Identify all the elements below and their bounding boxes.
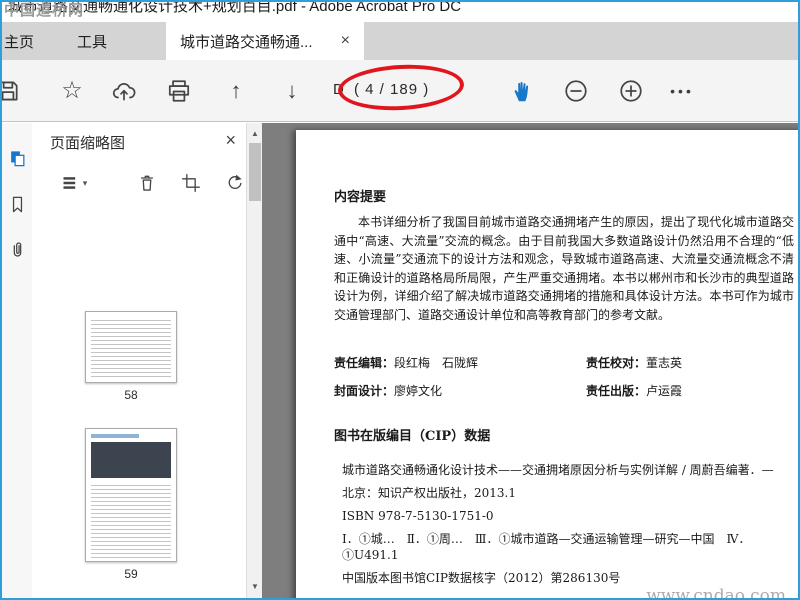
crop-pages-button[interactable]: [176, 169, 206, 197]
title-bar: 城市道路交通畅通化设计技术+规划百目.pdf - Adobe Acrobat P…: [2, 2, 798, 22]
pdf-page: 内容提要 本书详细分析了我国目前城市道路交通拥堵产生的原因，提出了现代化城市道路…: [296, 130, 798, 598]
zoom-out-button[interactable]: [560, 73, 592, 109]
thumbnail-list: 58 59: [32, 205, 230, 598]
thumbnail-options-button[interactable]: ▾: [54, 169, 94, 197]
close-tab-icon[interactable]: ×: [337, 32, 354, 50]
hand-tool-button[interactable]: [506, 73, 538, 109]
hand-icon: [514, 82, 529, 102]
star-icon: ☆: [61, 77, 83, 104]
tab-home[interactable]: 主页: [2, 22, 48, 60]
credit-value: 廖婷文化: [394, 384, 443, 398]
cip-line: Ⅰ．①城… Ⅱ．①周… Ⅲ．①城市道路—交通运输管理—研究—中国 Ⅳ．①U491…: [342, 532, 751, 562]
page-down-icon: ↓: [286, 78, 298, 103]
thumbnail-preview: [91, 317, 171, 377]
crop-icon: [182, 174, 200, 192]
thumbnail-photo: [91, 442, 171, 478]
save-icon: [2, 81, 18, 101]
credit-value: 卢运霞: [646, 384, 683, 398]
thumbnails-panel-title: 页面缩略图: [50, 134, 126, 152]
page-field-fragment: D: [333, 81, 344, 98]
tab-home-label: 主页: [3, 33, 34, 51]
trash-icon: [140, 175, 154, 191]
scroll-up-icon[interactable]: ▲: [247, 125, 263, 141]
summary-heading: 内容提要: [334, 190, 387, 205]
thumbnail-page-58[interactable]: [85, 311, 177, 383]
cip-line: 城市道路交通畅通化设计技术——交通拥堵原因分析与实例详解 / 周蔚吾编著．—: [342, 463, 774, 477]
thumbnail-label-58: 58: [124, 388, 138, 402]
thumbnails-toolbar: ▾: [32, 161, 246, 205]
paperclip-icon: [13, 241, 21, 257]
thumbnails-panel-header: 页面缩略图 ×: [32, 123, 246, 161]
thumbnails-panel: 页面缩略图 × ▾ 58 59: [32, 123, 246, 598]
close-panel-icon[interactable]: ×: [225, 130, 236, 151]
chevron-down-icon: ▾: [82, 177, 88, 188]
ellipsis-icon: •••: [670, 83, 694, 99]
credit-label: 责任编辑：: [334, 356, 395, 370]
bookmarks-rail-button[interactable]: [2, 187, 32, 221]
attachments-rail-button[interactable]: [2, 233, 32, 267]
next-page-button[interactable]: ↓: [276, 73, 308, 109]
navigation-rail: [2, 123, 32, 598]
credit-publisher: 责任出版：卢运霞: [586, 382, 682, 399]
pdf-page-content: 内容提要 本书详细分析了我国目前城市道路交通拥堵产生的原因，提出了现代化城市道路…: [334, 186, 794, 598]
document-view[interactable]: 内容提要 本书详细分析了我国目前城市道路交通拥堵产生的原因，提出了现代化城市道路…: [262, 123, 798, 598]
tab-tools[interactable]: 工具: [48, 22, 136, 60]
plus-circle-icon: [620, 80, 642, 102]
cip-heading: 图书在版编目（CIP）数据: [334, 429, 491, 444]
watermark-bottom-right: www.cndao.com: [646, 586, 786, 598]
cip-line: ISBN 978-7-5130-1751-0: [342, 509, 494, 523]
previous-page-button[interactable]: ↑: [220, 73, 252, 109]
page-up-icon: ↑: [230, 78, 242, 103]
scroll-down-icon[interactable]: ▼: [247, 578, 263, 594]
credit-value: 段红梅 石陇辉: [394, 356, 479, 370]
page-thumbnails-rail-button[interactable]: [2, 141, 32, 175]
rotate-pages-button[interactable]: [220, 169, 246, 197]
summary-paragraph: 本书详细分析了我国目前城市道路交通拥堵产生的原因，提出了现代化城市道路交通中“高…: [334, 215, 794, 322]
tab-document-label: 城市道路交通畅通...: [180, 33, 313, 51]
thumbnail-page-59[interactable]: [85, 428, 177, 562]
credit-label: 责任出版：: [586, 384, 647, 398]
options-icon: [63, 177, 75, 189]
cip-line: 中国版本图书馆CIP数据核字（2012）第286130号: [342, 571, 621, 585]
share-button[interactable]: [108, 73, 140, 109]
credit-label: 责任校对：: [586, 356, 647, 370]
print-button[interactable]: [163, 73, 195, 109]
tab-bar: 主页 工具 城市道路交通畅通... ×: [2, 22, 798, 60]
panel-scrollbar[interactable]: ▲ ▼: [246, 123, 262, 598]
page-indicator[interactable]: ( 4 / 189 ): [354, 81, 429, 98]
credit-label: 封面设计：: [334, 384, 395, 398]
more-tools-button[interactable]: •••: [666, 73, 698, 109]
acrobat-window: 城市道路交通畅通化设计技术+规划百目.pdf - Adobe Acrobat P…: [0, 0, 800, 600]
cloud-upload-icon: [112, 82, 136, 101]
rotate-icon: [228, 174, 242, 189]
main-toolbar: ☆ ↑ ↓ D ( 4 / 189 ) •••: [2, 60, 798, 122]
credit-cover-design: 封面设计：廖婷文化: [334, 382, 586, 399]
minus-circle-icon: [565, 80, 587, 102]
credits-row-1: 责任编辑：段红梅 石陇辉 责任校对：董志英: [334, 354, 796, 371]
tab-tools-label: 工具: [76, 33, 107, 51]
cip-line: 北京：知识产权出版社，2013.1: [342, 486, 516, 500]
save-button[interactable]: [2, 73, 24, 109]
delete-pages-button[interactable]: [132, 169, 162, 197]
thumbnail-label-59: 59: [124, 567, 138, 581]
zoom-in-button[interactable]: [615, 73, 647, 109]
bookmark-icon: [12, 196, 22, 212]
credit-value: 董志英: [646, 356, 683, 370]
printer-icon: [168, 80, 190, 102]
thumbnail-preview: [91, 434, 139, 438]
favorites-button[interactable]: ☆: [56, 73, 88, 109]
thumbnails-panel-icon: [10, 150, 24, 166]
scrollbar-thumb[interactable]: [249, 143, 261, 201]
tab-document[interactable]: 城市道路交通畅通... ×: [166, 22, 364, 60]
thumbnail-preview: [91, 482, 171, 558]
credits-row-2: 封面设计：廖婷文化 责任出版：卢运霞: [334, 382, 796, 399]
credit-editor: 责任编辑：段红梅 石陇辉: [334, 354, 586, 371]
watermark-top-left: 中国道桥网: [4, 2, 85, 19]
credit-proofreader: 责任校对：董志英: [586, 354, 682, 371]
